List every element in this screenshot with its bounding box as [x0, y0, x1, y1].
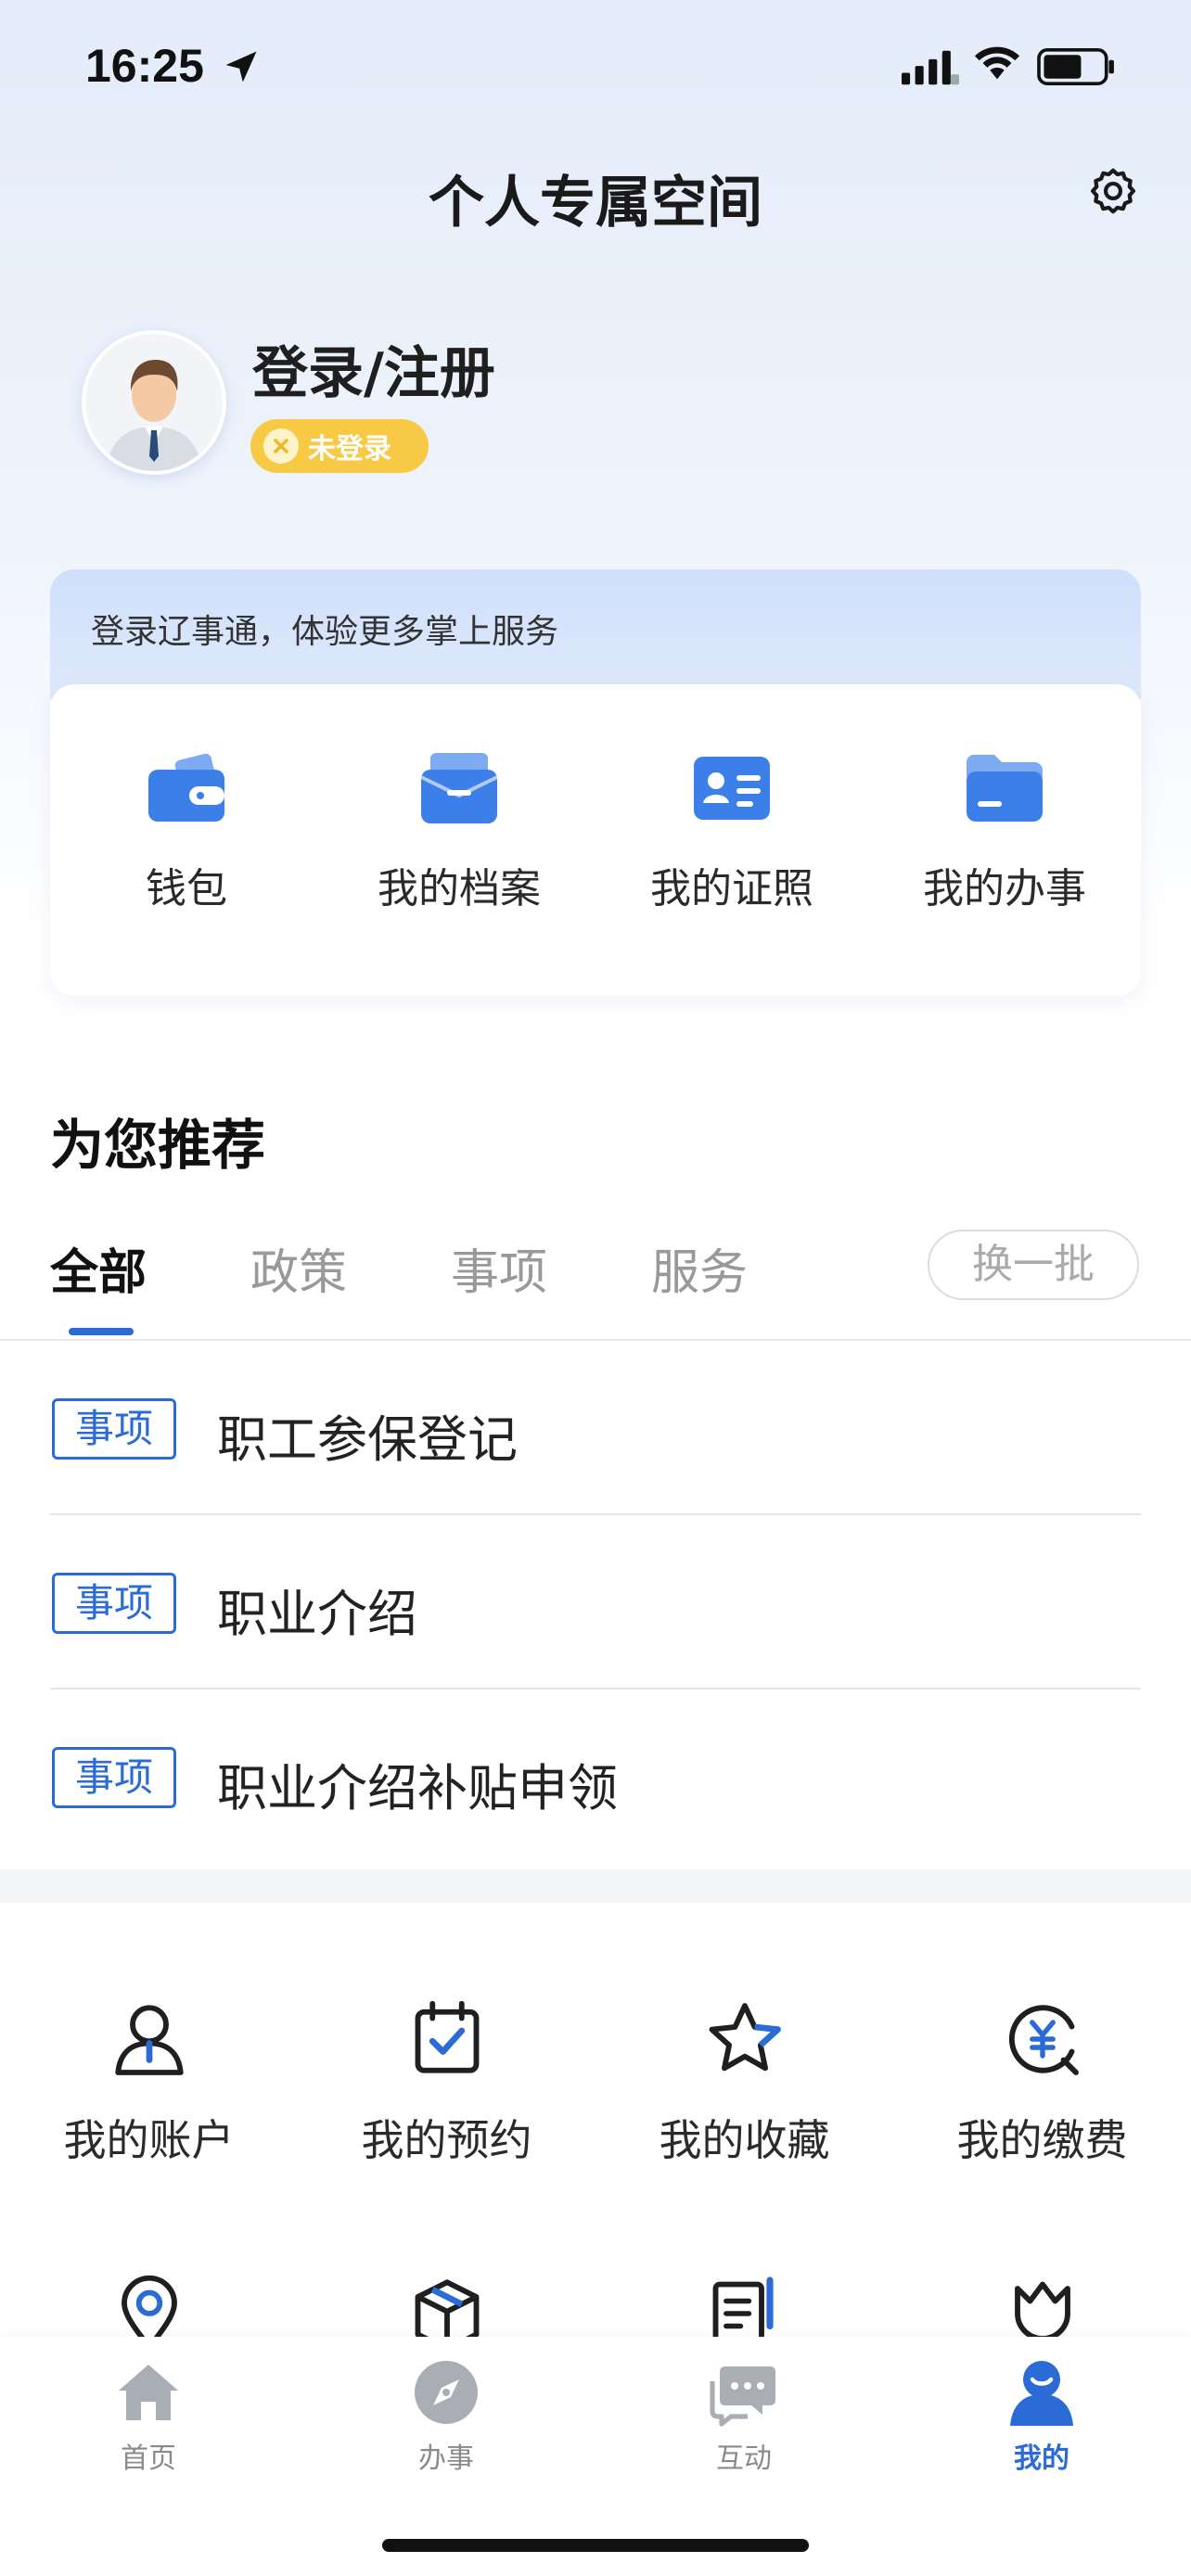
service-label: 我的缴费 — [956, 2115, 1128, 2165]
section-separator — [0, 1869, 1191, 1903]
quick-action-archive[interactable]: 我的档案 — [323, 749, 596, 963]
tab-policy[interactable]: 政策 — [250, 1233, 347, 1303]
gear-icon[interactable] — [1087, 165, 1139, 217]
tabbar-label: 办事 — [418, 2442, 474, 2475]
refresh-batch-button[interactable]: 换一批 — [928, 1230, 1139, 1300]
service-my-appointment[interactable]: 我的预约 — [298, 1997, 596, 2168]
item-type-tag: 事项 — [52, 1747, 176, 1808]
login-register-link[interactable]: 登录/注册 — [252, 328, 495, 409]
tabbar-mine[interactable]: 我的 — [949, 2355, 1134, 2476]
list-item[interactable]: 事项 职工参保登记 — [50, 1341, 1141, 1515]
compass-icon — [415, 2361, 478, 2424]
tabbar-interact[interactable]: 互动 — [651, 2355, 837, 2476]
quick-action-affairs[interactable]: 我的办事 — [868, 749, 1141, 963]
list-item[interactable]: 事项 职业介绍补贴申领 — [50, 1690, 1141, 1864]
tab-all[interactable]: 全部 — [50, 1233, 147, 1303]
tabbar-label: 互动 — [716, 2442, 772, 2475]
service-label: 我的账户 — [63, 2115, 235, 2165]
recommend-title: 为您推荐 — [50, 1114, 266, 1177]
service-label: 我的收藏 — [659, 2115, 830, 2165]
service-my-favorites[interactable]: 我的收藏 — [596, 1997, 893, 2168]
tab-services[interactable]: 服务 — [651, 1233, 748, 1303]
profile-icon — [1010, 2361, 1073, 2426]
login-banner-text: 登录辽事通，体验更多掌上服务 — [91, 613, 559, 651]
cellular-signal-icon — [902, 50, 959, 85]
avatar-person-icon — [85, 334, 223, 471]
item-title: 职工参保登记 — [217, 1410, 518, 1469]
tab-active-indicator — [69, 1328, 134, 1335]
folder-icon — [967, 755, 1043, 822]
id-card-icon — [694, 757, 770, 820]
account-icon — [114, 2005, 184, 2075]
location-arrow-icon — [225, 51, 257, 83]
quick-actions-card: 钱包 我的档案 我的证照 我的办事 — [50, 684, 1141, 996]
status-bar: 16:25 — [0, 0, 1191, 130]
recommend-list: 事项 职工参保登记 事项 职业介绍 事项 职业介绍补贴申领 — [50, 1341, 1141, 1864]
quick-action-label: 我的证照 — [650, 865, 813, 912]
tabbar-label: 我的 — [1014, 2442, 1069, 2475]
battery-icon — [1037, 48, 1114, 85]
tabbar-affairs[interactable]: 办事 — [353, 2355, 539, 2476]
wifi-icon — [974, 46, 1020, 80]
close-circle-icon — [263, 428, 299, 464]
payment-icon — [1008, 2005, 1079, 2075]
home-indicator — [382, 2539, 809, 2552]
tabbar-home[interactable]: 首页 — [56, 2355, 241, 2476]
item-type-tag: 事项 — [52, 1398, 176, 1460]
quick-action-label: 我的办事 — [923, 865, 1086, 912]
service-my-payment[interactable]: 我的缴费 — [893, 1997, 1191, 2168]
item-title: 职业介绍补贴申领 — [217, 1759, 618, 1817]
login-status-text: 未登录 — [308, 433, 391, 465]
login-banner[interactable]: 登录辽事通，体验更多掌上服务 — [50, 569, 1141, 699]
calendar-check-icon — [415, 2000, 479, 2073]
login-status-badge: 未登录 — [250, 419, 429, 473]
avatar[interactable] — [82, 330, 226, 475]
chat-icon — [710, 2366, 775, 2427]
service-my-account[interactable]: 我的账户 — [0, 1997, 298, 2168]
quick-action-license[interactable]: 我的证照 — [596, 749, 868, 963]
quick-action-label: 我的档案 — [378, 865, 541, 912]
page-title: 个人专属空间 — [429, 171, 762, 236]
item-type-tag: 事项 — [52, 1573, 176, 1634]
tab-matters[interactable]: 事项 — [451, 1233, 547, 1303]
quick-action-wallet[interactable]: 钱包 — [50, 749, 323, 963]
star-icon — [709, 2003, 781, 2072]
quick-action-label: 钱包 — [146, 865, 227, 912]
service-label: 我的预约 — [361, 2115, 532, 2165]
archive-icon — [420, 753, 498, 823]
home-icon — [119, 2365, 178, 2420]
list-item[interactable]: 事项 职业介绍 — [50, 1515, 1141, 1690]
item-title: 职业介绍 — [217, 1585, 417, 1643]
tabbar-label: 首页 — [121, 2442, 176, 2475]
wallet-icon — [148, 753, 224, 822]
status-time: 16:25 — [85, 40, 204, 92]
